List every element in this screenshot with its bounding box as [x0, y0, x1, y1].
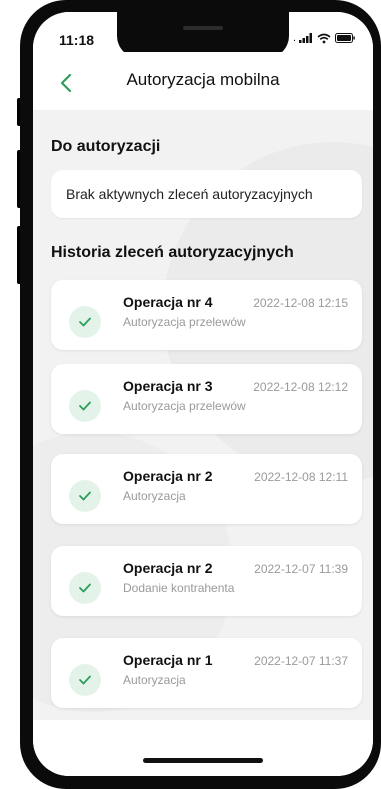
check-icon [79, 675, 91, 685]
operation-date: 2022-12-07 11:39 [254, 562, 348, 576]
status-check [69, 390, 101, 422]
status-check [69, 480, 101, 512]
operation-date: 2022-12-08 12:12 [253, 380, 348, 394]
check-icon [79, 317, 91, 327]
status-check [69, 306, 101, 338]
status-bar: 11:18 . [33, 12, 373, 58]
phone-screen: 11:18 . Autoryzacja mobilna Do autoryzac… [33, 12, 373, 776]
status-icons: . [293, 32, 355, 44]
speaker-grille [183, 26, 223, 30]
operation-date: 2022-12-08 12:11 [254, 470, 348, 484]
status-time: 11:18 [59, 32, 95, 48]
app-header: Autoryzacja mobilna [33, 52, 373, 110]
operation-subtitle: Autoryzacja [123, 489, 186, 503]
page-title: Autoryzacja mobilna [126, 70, 280, 89]
status-check [69, 572, 101, 604]
status-check [69, 664, 101, 696]
home-indicator[interactable] [143, 758, 263, 763]
history-section-title: Historia zleceń autoryzacyjnych [51, 244, 294, 261]
history-item[interactable]: Operacja nr 2 Dodanie kontrahenta 2022-1… [51, 546, 362, 616]
history-item[interactable]: Operacja nr 1 Autoryzacja 2022-12-07 11:… [51, 638, 362, 708]
operation-title: Operacja nr 4 [123, 294, 213, 310]
history-item[interactable]: Operacja nr 3 Autoryzacja przelewów 2022… [51, 364, 362, 434]
operation-title: Operacja nr 3 [123, 378, 213, 394]
history-item[interactable]: Operacja nr 4 Autoryzacja przelewów 2022… [51, 280, 362, 350]
operation-subtitle: Dodanie kontrahenta [123, 581, 235, 595]
operation-subtitle: Autoryzacja [123, 673, 186, 687]
operation-title: Operacja nr 2 [123, 560, 213, 576]
history-item[interactable]: Operacja nr 2 Autoryzacja 2022-12-08 12:… [51, 454, 362, 524]
battery-icon [335, 33, 355, 43]
check-icon [79, 491, 91, 501]
operation-title: Operacja nr 2 [123, 468, 213, 484]
status-dots: . [292, 32, 296, 44]
empty-state-card: Brak aktywnych zleceń autoryzacyjnych [51, 170, 362, 218]
operation-date: 2022-12-07 11:37 [254, 654, 348, 668]
check-icon [79, 401, 91, 411]
operation-date: 2022-12-08 12:15 [253, 296, 348, 310]
operation-subtitle: Autoryzacja przelewów [123, 315, 246, 329]
operation-subtitle: Autoryzacja przelewów [123, 399, 246, 413]
empty-state-message: Brak aktywnych zleceń autoryzacyjnych [66, 186, 313, 202]
operation-title: Operacja nr 1 [123, 652, 213, 668]
check-icon [79, 583, 91, 593]
wifi-icon [317, 33, 331, 43]
pending-section-title: Do autoryzacji [51, 138, 161, 155]
bottom-bar [33, 720, 373, 776]
signal-icon [299, 33, 312, 43]
